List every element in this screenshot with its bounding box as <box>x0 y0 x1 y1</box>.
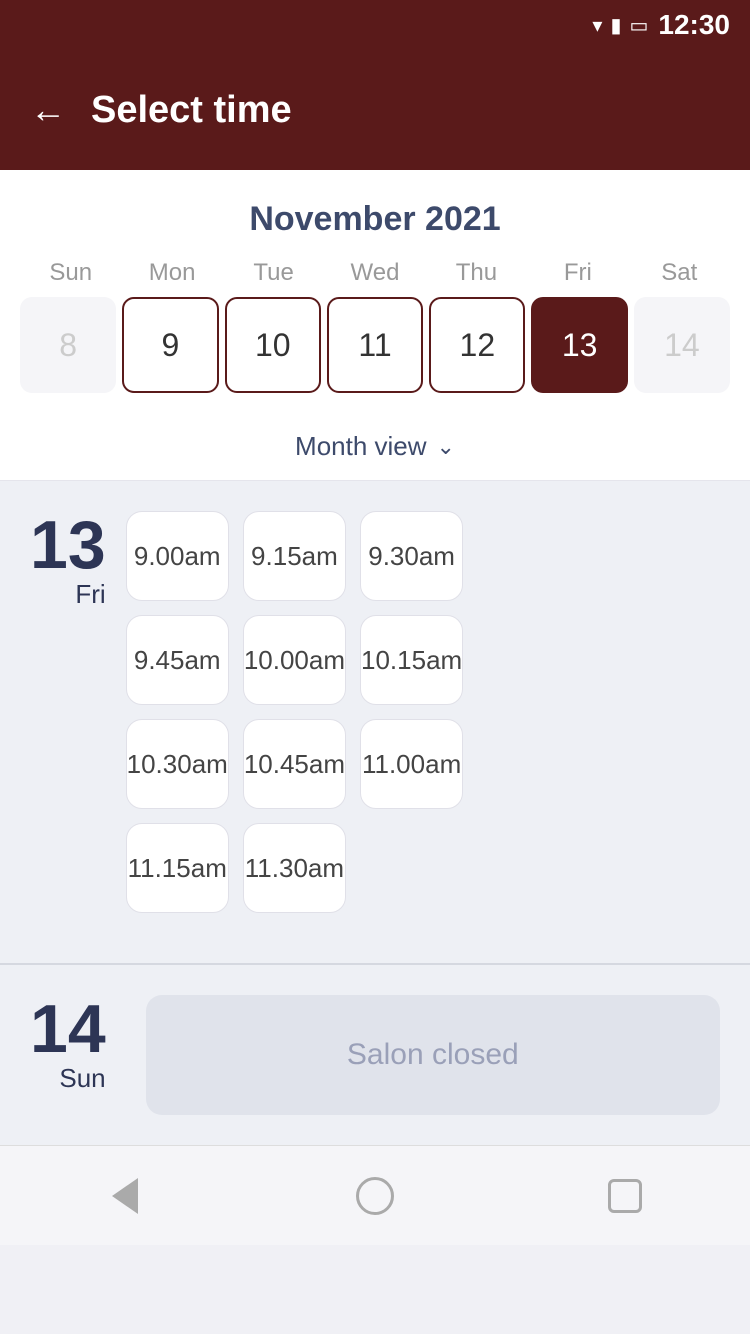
time-slot-1130am[interactable]: 11.30am <box>243 823 346 913</box>
weekday-sun: Sun <box>20 259 121 287</box>
weekday-fri: Fri <box>527 259 628 287</box>
date-8[interactable]: 8 <box>20 297 116 393</box>
month-view-label: Month view <box>295 431 427 462</box>
back-button[interactable]: ← <box>30 92 66 128</box>
time-slots-grid: 9.00am 9.15am 9.30am 9.45am 10.00am 10.1… <box>126 511 464 913</box>
nav-back-button[interactable] <box>95 1166 155 1226</box>
time-slot-1100am[interactable]: 11.00am <box>360 719 463 809</box>
nav-recents-button[interactable] <box>595 1166 655 1226</box>
day-14-section: 14 Sun Salon closed <box>0 965 750 1145</box>
app-header: ← Select time <box>0 50 750 170</box>
day-14-number: 14 <box>30 995 106 1063</box>
calendar-section: November 2021 Sun Mon Tue Wed Thu Fri Sa… <box>0 170 750 413</box>
time-slot-1045am[interactable]: 10.45am <box>243 719 346 809</box>
day-13-section: 13 Fri 9.00am 9.15am 9.30am 9.45am 10.00… <box>0 481 750 963</box>
status-bar: ▾ ▮ ▭ 12:30 <box>0 0 750 50</box>
battery-icon: ▭ <box>629 13 648 38</box>
status-time: 12:30 <box>658 9 730 41</box>
status-icons: ▾ ▮ ▭ <box>592 13 648 38</box>
chevron-down-icon: ⌄ <box>437 434 455 460</box>
weekday-row: Sun Mon Tue Wed Thu Fri Sat <box>20 259 730 287</box>
page-title: Select time <box>91 89 292 132</box>
day-13-label: 13 Fri <box>30 511 106 615</box>
time-slot-1115am[interactable]: 11.15am <box>126 823 229 913</box>
salon-closed-label: Salon closed <box>347 1038 519 1072</box>
day-13-number: 13 <box>30 511 106 579</box>
day-14-name: Sun <box>59 1063 105 1094</box>
recents-icon <box>608 1179 642 1213</box>
signal-icon: ▮ <box>610 13 621 38</box>
day-14-label: 14 Sun <box>30 995 106 1099</box>
back-icon <box>112 1178 138 1214</box>
date-10[interactable]: 10 <box>225 297 321 393</box>
weekday-mon: Mon <box>121 259 222 287</box>
salon-closed-card: Salon closed <box>146 995 720 1115</box>
date-12[interactable]: 12 <box>429 297 525 393</box>
weekday-wed: Wed <box>324 259 425 287</box>
day-13-header: 13 Fri 9.00am 9.15am 9.30am 9.45am 10.00… <box>30 511 720 913</box>
time-slot-1030am[interactable]: 10.30am <box>126 719 229 809</box>
dates-row: 8 9 10 11 12 13 14 <box>20 297 730 413</box>
day-13-name: Fri <box>75 579 105 610</box>
time-slot-1015am[interactable]: 10.15am <box>360 615 463 705</box>
wifi-icon: ▾ <box>592 13 602 38</box>
weekday-tue: Tue <box>223 259 324 287</box>
month-year-label: November 2021 <box>20 200 730 239</box>
weekday-thu: Thu <box>426 259 527 287</box>
time-slot-915am[interactable]: 9.15am <box>243 511 346 601</box>
time-slot-1000am[interactable]: 10.00am <box>243 615 346 705</box>
time-slot-900am[interactable]: 9.00am <box>126 511 229 601</box>
home-icon <box>356 1177 394 1215</box>
month-view-toggle[interactable]: Month view ⌄ <box>0 413 750 481</box>
weekday-sat: Sat <box>629 259 730 287</box>
date-11[interactable]: 11 <box>327 297 423 393</box>
time-slot-930am[interactable]: 9.30am <box>360 511 463 601</box>
time-slot-945am[interactable]: 9.45am <box>126 615 229 705</box>
date-14[interactable]: 14 <box>634 297 730 393</box>
bottom-navigation <box>0 1145 750 1245</box>
nav-home-button[interactable] <box>345 1166 405 1226</box>
date-9[interactable]: 9 <box>122 297 218 393</box>
date-13[interactable]: 13 <box>531 297 627 393</box>
